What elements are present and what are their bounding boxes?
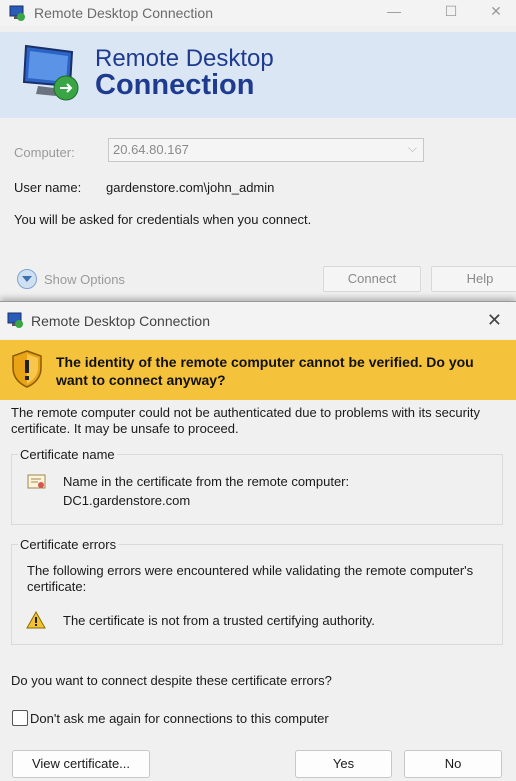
banner-title-line2: Connection bbox=[95, 69, 255, 101]
credentials-note: You will be asked for credentials when y… bbox=[14, 212, 312, 227]
certificate-errors-group-title: Certificate errors bbox=[18, 537, 119, 552]
rdc-app-icon bbox=[7, 312, 23, 328]
dialog-titlebar: Remote Desktop Connection ✕ bbox=[0, 302, 516, 338]
certificate-name-label: Name in the certificate from the remote … bbox=[63, 474, 350, 489]
computer-combobox[interactable]: 20.64.80.167 ⌵ bbox=[108, 138, 424, 162]
connect-question: Do you want to connect despite these cer… bbox=[11, 673, 332, 688]
dialog-title: Remote Desktop Connection bbox=[31, 313, 210, 329]
show-options-link[interactable]: Show Options bbox=[44, 272, 125, 287]
chevron-down-icon[interactable]: ⌵ bbox=[408, 141, 417, 156]
certificate-icon bbox=[27, 474, 46, 489]
show-options-toggle-icon[interactable] bbox=[17, 269, 37, 289]
main-window: Remote Desktop Connection — ☐ ✕ Remote D… bbox=[0, 0, 516, 300]
main-titlebar: Remote Desktop Connection — ☐ ✕ bbox=[0, 0, 516, 26]
maximize-button[interactable]: ☐ bbox=[437, 3, 465, 20]
certificate-name-group-title: Certificate name bbox=[18, 447, 117, 462]
no-button[interactable]: No bbox=[404, 750, 502, 778]
computer-value: 20.64.80.167 bbox=[113, 142, 189, 157]
warning-heading: The identity of the remote computer cann… bbox=[56, 354, 474, 388]
rdc-banner: Remote Desktop Connection bbox=[0, 32, 516, 118]
connect-button[interactable]: Connect bbox=[323, 266, 421, 292]
rdc-app-icon bbox=[9, 5, 25, 21]
warning-banner: The identity of the remote computer cann… bbox=[0, 340, 516, 400]
main-title: Remote Desktop Connection bbox=[34, 5, 213, 21]
username-label: User name: bbox=[14, 180, 82, 195]
view-certificate-button[interactable]: View certificate... bbox=[12, 750, 150, 778]
warning-triangle-icon bbox=[26, 611, 46, 629]
computer-label: Computer: bbox=[14, 145, 75, 160]
certificate-errors-intro: The following errors were encountered wh… bbox=[27, 563, 474, 594]
minimize-button[interactable]: — bbox=[380, 3, 408, 19]
dialog-description: The remote computer could not be authent… bbox=[11, 405, 480, 436]
certificate-name-group bbox=[11, 454, 503, 525]
certificate-error-item: The certificate is not from a trusted ce… bbox=[63, 613, 375, 628]
yes-button[interactable]: Yes bbox=[295, 750, 392, 778]
rdc-logo-icon bbox=[22, 44, 79, 101]
dont-ask-label[interactable]: Don't ask me again for connections to th… bbox=[30, 711, 329, 726]
certificate-name-value: DC1.gardenstore.com bbox=[63, 493, 191, 508]
warning-shield-icon bbox=[12, 350, 42, 388]
close-button[interactable]: ✕ bbox=[482, 3, 510, 20]
help-button[interactable]: Help bbox=[431, 266, 516, 292]
close-icon[interactable]: ✕ bbox=[487, 310, 502, 331]
dont-ask-checkbox[interactable] bbox=[12, 710, 28, 726]
username-value: gardenstore.com\john_admin bbox=[106, 180, 275, 195]
certificate-warning-dialog: Remote Desktop Connection ✕ The identity… bbox=[0, 301, 516, 781]
